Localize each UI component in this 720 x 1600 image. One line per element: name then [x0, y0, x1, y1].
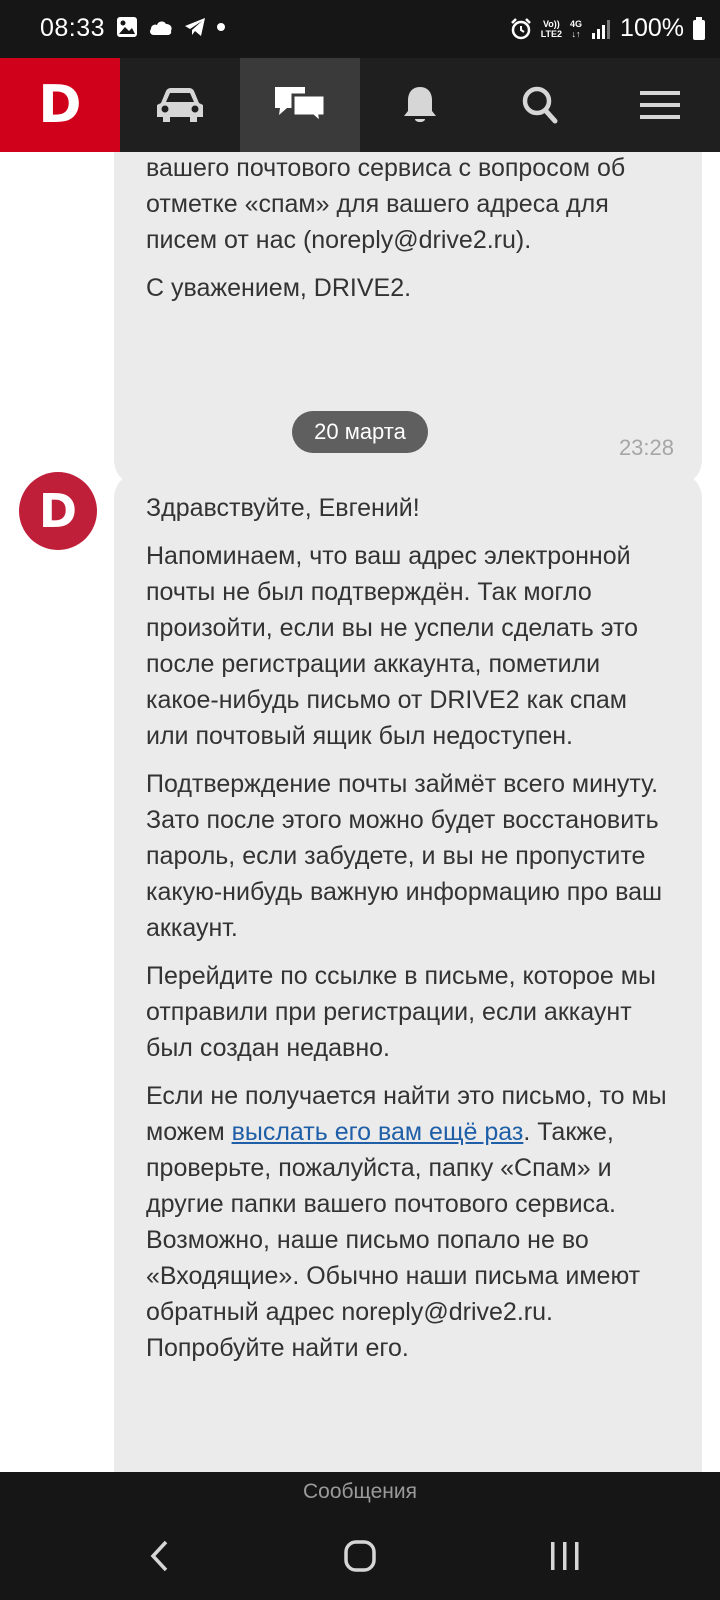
nav-notifications-button[interactable] [360, 58, 480, 152]
recent-apps-button[interactable] [520, 1512, 610, 1600]
volte-indicator: Vo)) LTE2 [541, 19, 562, 39]
message-text: . Также, проверьте, пожалуйста, папку «С… [146, 1118, 641, 1362]
dot-icon [217, 23, 225, 31]
avatar-letter: D [38, 484, 78, 538]
message-paragraph: Напоминаем, что ваш адрес электронной по… [146, 542, 639, 750]
back-button[interactable] [115, 1512, 205, 1600]
status-time: 08:33 [40, 14, 106, 42]
lte-label: LTE2 [540, 28, 563, 39]
messages-thread[interactable]: вашего почтового сервиса с вопросом об о… [0, 152, 720, 1472]
data-arrows-icon: ↓↑ [571, 28, 581, 39]
gallery-icon [117, 17, 137, 37]
network-type-indicator: 4G ↓↑ [570, 19, 582, 39]
search-icon [522, 86, 558, 124]
home-button[interactable] [315, 1512, 405, 1600]
drive2-logo-button[interactable]: D [0, 58, 120, 152]
message-greeting: Здравствуйте, Евгений! [146, 494, 420, 522]
date-separator: 20 марта [292, 411, 428, 453]
battery-percentage: 100% [620, 14, 684, 42]
cloud-icon [150, 21, 172, 35]
bottom-section-label: Сообщения [0, 1472, 720, 1512]
back-icon [150, 1540, 168, 1572]
messages-icon [275, 87, 327, 126]
logo-letter: D [38, 75, 82, 135]
nav-menu-button[interactable] [600, 58, 720, 152]
telegram-icon [185, 18, 205, 36]
message-bubble[interactable]: Здравствуйте, Евгений! Напоминаем, что в… [114, 472, 702, 1472]
nav-search-button[interactable] [480, 58, 600, 152]
message-time: 23:28 [618, 435, 674, 460]
car-icon [157, 88, 203, 122]
app-nav-bar: D [0, 58, 720, 152]
status-notification-icons [116, 16, 226, 38]
message-signature: С уважением, DRIVE2. [146, 274, 412, 302]
message-paragraph-with-link: Если не получается найти это письмо, то … [146, 1078, 672, 1366]
signal-icon [592, 19, 611, 39]
alarm-icon [510, 17, 531, 39]
recent-apps-icon [551, 1542, 579, 1570]
bell-icon [404, 87, 436, 122]
message-paragraph: Перейдите по ссылке в письме, которое мы… [146, 962, 656, 1062]
nav-cars-button[interactable] [120, 58, 240, 152]
system-nav-bar [0, 1512, 720, 1600]
sender-avatar[interactable]: D [19, 472, 97, 550]
resend-email-link[interactable]: выслать его вам ещё раз [232, 1118, 524, 1146]
message-paragraph: Подтверждение почты займёт всего минуту.… [146, 770, 663, 942]
battery-icon [693, 16, 705, 40]
menu-icon [640, 91, 680, 119]
nav-messages-button[interactable] [240, 58, 360, 152]
home-icon [344, 1540, 376, 1572]
volte-label: Vo)) [542, 18, 560, 29]
network-type-label: 4G [570, 18, 583, 29]
status-bar: 08:33 Vo)) LTE2 4G ↓↑ 100% [0, 0, 720, 58]
status-right-icons: Vo)) LTE2 4G ↓↑ 100% [509, 14, 706, 43]
message-text: вашего почтового сервиса с вопросом об о… [146, 154, 626, 254]
